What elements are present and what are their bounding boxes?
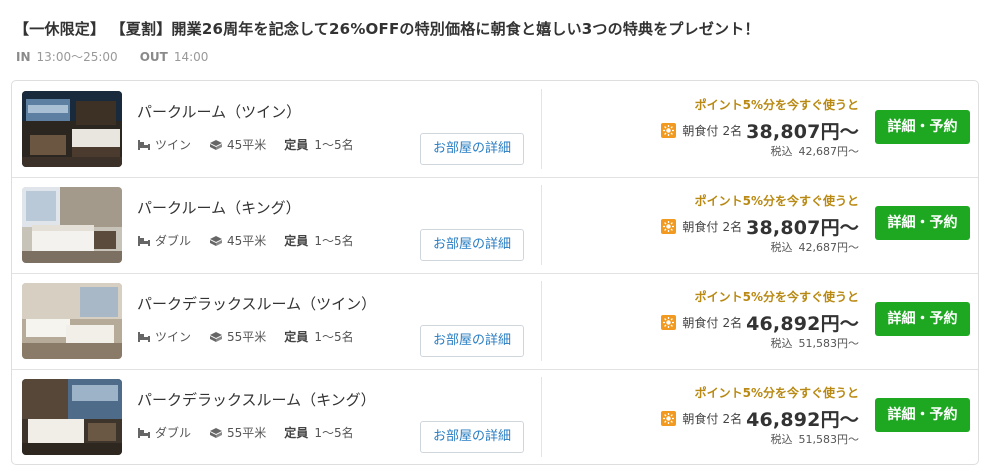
guest-count: 2名 — [722, 412, 743, 426]
bed-type: ツイン — [155, 138, 192, 152]
checkin-label: IN — [16, 50, 31, 64]
room-name[interactable]: パークデラックスルーム（キング） — [137, 389, 376, 410]
room-size-icon — [209, 235, 223, 247]
divider — [541, 281, 542, 361]
checkout-label: OUT — [139, 50, 168, 64]
room-detail-button[interactable]: お部屋の詳細 — [420, 133, 524, 165]
room-size-icon — [209, 139, 223, 151]
room-row: パークルーム（ツイン） ツイン 45平米 定員 1〜5名 お部屋の詳細 ポイント5… — [12, 81, 978, 178]
room-name[interactable]: パークルーム（ツイン） — [137, 101, 301, 122]
breakfast-icon — [661, 219, 677, 234]
price-line: 朝食付 2名 46,892円〜 — [661, 309, 859, 336]
bed-icon — [137, 427, 151, 439]
room-row: パークルーム（キング） ダブル 45平米 定員 1〜5名 お部屋の詳細 ポイント5… — [12, 177, 978, 274]
points-promo: ポイント5%分を今すぐ使うと — [694, 98, 859, 112]
room-list: パークルーム（ツイン） ツイン 45平米 定員 1〜5名 お部屋の詳細 ポイント5… — [11, 80, 979, 465]
bed-type: ツイン — [155, 330, 192, 344]
checkin-checkout-times: IN 13:00〜25:00 OUT 14:00 — [16, 48, 208, 65]
room-size: 45平米 — [227, 138, 267, 152]
price-line: 朝食付 2名 46,892円〜 — [661, 405, 859, 432]
meal-label: 朝食付 — [682, 220, 719, 234]
room-size: 45平米 — [227, 234, 267, 248]
bed-type: ダブル — [155, 426, 192, 440]
guest-count: 2名 — [722, 124, 743, 138]
tax-label: 税込 — [770, 337, 793, 350]
capacity-value: 1〜5名 — [314, 426, 354, 440]
plan-title: 【一休限定】 【夏割】開業26周年を記念して26%OFFの特別価格に朝食と嬉しい… — [14, 20, 760, 38]
bed-icon — [137, 235, 151, 247]
tax-price-line: 税込 42,687円〜 — [771, 239, 860, 255]
breakfast-icon — [661, 411, 677, 426]
bed-type: ダブル — [155, 234, 192, 248]
points-promo: ポイント5%分を今すぐ使うと — [694, 290, 859, 304]
room-row: パークデラックスルーム（キング） ダブル 55平米 定員 1〜5名 お部屋の詳細 … — [12, 369, 978, 465]
meal-label: 朝食付 — [682, 412, 719, 426]
price: 38,807円〜 — [746, 121, 859, 143]
room-specs: ダブル 55平米 定員 1〜5名 — [137, 424, 372, 441]
room-specs: ダブル 45平米 定員 1〜5名 — [137, 232, 372, 249]
tax-price: 42,687円〜 — [798, 145, 860, 158]
room-thumbnail[interactable] — [22, 379, 122, 455]
guest-count: 2名 — [722, 220, 743, 234]
room-thumbnail[interactable] — [22, 187, 122, 263]
breakfast-icon — [661, 315, 677, 330]
room-name[interactable]: パークデラックスルーム（ツイン） — [137, 293, 376, 314]
checkin-time: 13:00〜25:00 — [36, 50, 118, 64]
room-thumbnail[interactable] — [22, 91, 122, 167]
price: 38,807円〜 — [746, 217, 859, 239]
meal-label: 朝食付 — [682, 124, 719, 138]
book-button[interactable]: 詳細・予約 — [875, 110, 970, 144]
tax-price-line: 税込 42,687円〜 — [771, 143, 860, 159]
room-size: 55平米 — [227, 426, 267, 440]
capacity-value: 1〜5名 — [314, 330, 354, 344]
tax-price: 51,583円〜 — [798, 433, 860, 446]
room-row: パークデラックスルーム（ツイン） ツイン 55平米 定員 1〜5名 お部屋の詳細 … — [12, 273, 978, 370]
price-line: 朝食付 2名 38,807円〜 — [661, 117, 859, 144]
tax-price-line: 税込 51,583円〜 — [771, 431, 860, 447]
price: 46,892円〜 — [746, 313, 859, 335]
room-size: 55平米 — [227, 330, 267, 344]
divider — [541, 89, 542, 169]
capacity-value: 1〜5名 — [314, 138, 354, 152]
points-promo: ポイント5%分を今すぐ使うと — [694, 194, 859, 208]
book-button[interactable]: 詳細・予約 — [875, 206, 970, 240]
bed-icon — [137, 139, 151, 151]
room-size-icon — [209, 331, 223, 343]
tax-label: 税込 — [770, 145, 793, 158]
meal-label: 朝食付 — [682, 316, 719, 330]
divider — [541, 185, 542, 265]
capacity-label: 定員 — [284, 426, 309, 440]
tax-price-line: 税込 51,583円〜 — [771, 335, 860, 351]
breakfast-icon — [661, 123, 677, 138]
tax-price: 51,583円〜 — [798, 337, 860, 350]
divider — [541, 377, 542, 457]
room-detail-button[interactable]: お部屋の詳細 — [420, 325, 524, 357]
room-detail-button[interactable]: お部屋の詳細 — [420, 229, 524, 261]
book-button[interactable]: 詳細・予約 — [875, 398, 970, 432]
tax-price: 42,687円〜 — [798, 241, 860, 254]
capacity-label: 定員 — [284, 138, 309, 152]
price-line: 朝食付 2名 38,807円〜 — [661, 213, 859, 240]
room-detail-button[interactable]: お部屋の詳細 — [420, 421, 524, 453]
price: 46,892円〜 — [746, 409, 859, 431]
room-thumbnail[interactable] — [22, 283, 122, 359]
book-button[interactable]: 詳細・予約 — [875, 302, 970, 336]
tax-label: 税込 — [770, 241, 793, 254]
capacity-value: 1〜5名 — [314, 234, 354, 248]
tax-label: 税込 — [770, 433, 793, 446]
capacity-label: 定員 — [284, 330, 309, 344]
capacity-label: 定員 — [284, 234, 309, 248]
bed-icon — [137, 331, 151, 343]
room-name[interactable]: パークルーム（キング） — [137, 197, 301, 218]
guest-count: 2名 — [722, 316, 743, 330]
checkout-time: 14:00 — [173, 50, 209, 64]
room-specs: ツイン 45平米 定員 1〜5名 — [137, 136, 372, 153]
points-promo: ポイント5%分を今すぐ使うと — [694, 386, 859, 400]
room-size-icon — [209, 427, 223, 439]
room-specs: ツイン 55平米 定員 1〜5名 — [137, 328, 372, 345]
